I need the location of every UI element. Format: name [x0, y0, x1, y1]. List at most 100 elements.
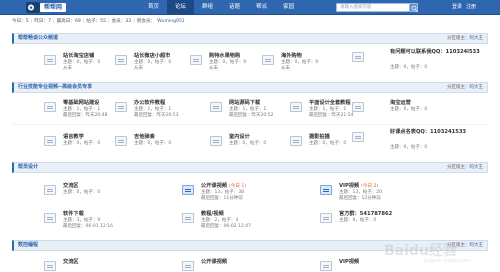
forum-item[interactable]: 公开课视频 (今日 1) 主题：13，帖子：38 最后回复：11分钟前 [182, 181, 292, 201]
nav-home[interactable]: 首页 [140, 0, 167, 15]
forum-name[interactable]: 吉他弹奏 [134, 133, 155, 140]
forum-item[interactable]: 海外购物 主题：0，帖子：0 从未 [262, 51, 342, 71]
forum-last-post: 最后回复：11分钟前 [201, 196, 243, 201]
forum-name[interactable]: 有问题可以联系我QQ：110324l533 [390, 49, 490, 56]
forum-last-post: 从未 [281, 66, 290, 71]
forum-stats: 主题：0，帖子：0 [339, 218, 377, 223]
forum-stats-bar: 今日：5 | 昨日：7 | 最高日：69 | 帖子：55 | 会员：33 | 新会员： W… [12, 18, 185, 25]
forum-icon [210, 136, 222, 146]
forum-icon [190, 55, 202, 65]
forum-item[interactable]: VIP视频 (今日 2) 主题：13，帖子：20 最后回复：12分钟前 [320, 181, 430, 201]
forum-name[interactable]: 零基础网站建设 [63, 99, 99, 106]
forum-last-post: 最后回复：昨天20:48 [63, 113, 108, 118]
forum-item[interactable]: 官方群：541787862 主题：0，帖子：0 [320, 209, 430, 229]
section-title[interactable]: 数控编程 [18, 241, 38, 250]
forum-icon [182, 261, 194, 271]
forum-item[interactable]: 购特水果物购 主题：0，帖子：0 从未 [190, 51, 270, 71]
stat-max-day: 最高日：69 [56, 19, 81, 24]
nav-topics[interactable]: 话题 [221, 0, 248, 15]
forum-item[interactable]: 交流区 主题：0，帖子：0 [44, 181, 124, 201]
forum-item[interactable]: 教程/视频 主题：2，帖子：4 最后回复：06-02 12:47 [182, 209, 292, 229]
forum-name[interactable]: 购特水果物购 [209, 52, 240, 59]
forum-icon [210, 102, 222, 112]
forum-item[interactable]: 网站源码下载 主题：1，帖子：1 最后回复：昨天20:52 [210, 98, 290, 118]
forum-last-post: 最后回复：06-02 12:47 [201, 224, 251, 229]
forum-icon [44, 136, 56, 146]
row-divider [12, 124, 488, 125]
forum-item[interactable]: 语言教学 主题：0，帖子：0 [44, 132, 124, 152]
forum-icon [44, 102, 56, 112]
forum-name[interactable]: 站长淘宝店铺 [63, 52, 94, 59]
newest-member-link[interactable]: Wuming951 [157, 19, 185, 24]
forum-item[interactable]: 室内设计 主题：0，帖子：0 [210, 132, 290, 152]
forum-name[interactable]: 淘宝运营 [390, 99, 411, 106]
forum-name[interactable]: VIP视频 [339, 258, 359, 265]
forum-stats: 主题：0，帖子：0 [63, 141, 101, 146]
forum-name[interactable]: 公开课视频 [201, 258, 227, 265]
forum-item[interactable]: 办公软件教程 主题：1，帖子：1 最后回复：昨天20:53 [115, 98, 195, 118]
forum-name[interactable]: 教程/视频 [201, 210, 224, 217]
site-logo[interactable]: 帮帮网 [26, 1, 66, 14]
main-nav: 首页 论坛 群组 话题 帮派 家园 [140, 0, 302, 15]
login-link[interactable]: 登录 [452, 0, 462, 15]
forum-icon [290, 136, 302, 146]
forum-last-post: 最后回复：昨天21:54 [309, 113, 354, 118]
forum-last-post: 从未 [209, 66, 218, 71]
forum-stats: 主题：0，帖子：0 [309, 141, 347, 146]
forum-icon [115, 136, 127, 146]
forum-icon [115, 102, 127, 112]
forum-icon [44, 261, 56, 271]
forum-name[interactable]: 海外购物 [281, 52, 302, 59]
section-header[interactable]: 行业技能专业视频--高级会员专享 分区版主：阿大王 [12, 82, 488, 93]
forum-item[interactable]: 零基础网站建设 主题：1，帖子：1 最后回复：昨天20:48 [44, 98, 124, 118]
logo-text: 帮帮网 [40, 3, 66, 12]
forum-stats: 主题：0，帖子：0 [390, 145, 428, 150]
forum-name[interactable]: 公开课视频 (今日 1) [201, 182, 246, 189]
forum-item[interactable]: 站长淘宝店铺 主题：0，帖子：0 从未 [44, 51, 124, 71]
forum-item[interactable]: 交流区 [44, 257, 124, 272]
forum-name[interactable]: 软件下载 [63, 210, 84, 217]
section-header[interactable]: 帮帮畅谈公众频道 分区版主：阿大王 [12, 33, 488, 44]
stat-newest-label: 新会员： [136, 19, 156, 24]
forum-icon [352, 52, 364, 62]
section-title[interactable]: 帮员设计 [18, 163, 38, 172]
forum-item[interactable]: 站长微店小超市 主题：0，帖子：0 从未 [115, 51, 195, 71]
search-icon [411, 5, 418, 12]
forum-name[interactable]: 好课点名表QQ：1103241533 [390, 129, 490, 136]
forum-name[interactable]: 平面设计全套教程 [309, 99, 351, 106]
forum-icon [352, 102, 364, 112]
forum-name[interactable]: 语言教学 [63, 133, 84, 140]
forum-item[interactable]: 吉他弹奏 主题：0，帖子：0 [115, 132, 195, 152]
forum-name[interactable]: 网站源码下载 [229, 99, 260, 106]
forum-name[interactable]: 交流区 [63, 258, 79, 265]
forum-item[interactable]: 好课点名表QQ：1103241533 主题：0，帖子：0 [352, 128, 490, 152]
nav-gangs[interactable]: 帮派 [248, 0, 275, 15]
search-input[interactable]: 请输入搜索内容 [336, 3, 410, 12]
forum-name[interactable]: VIP视频 (今日 2) [339, 182, 378, 189]
forum-stats: 主题：0，帖子：0 [390, 65, 428, 70]
forum-icon [115, 55, 127, 65]
forum-name[interactable]: 交流区 [63, 182, 79, 189]
search-button[interactable] [409, 3, 418, 12]
forum-name[interactable]: 室内设计 [229, 133, 250, 140]
user-links: 登录 注册 [452, 0, 476, 15]
forum-item[interactable]: 淘宝运营 主题：0，帖子：0 [352, 98, 482, 118]
forum-icon [352, 132, 364, 142]
section-title[interactable]: 行业技能专业视频--高级会员专享 [18, 83, 92, 92]
forum-item[interactable]: 公开课视频 [182, 257, 262, 272]
register-link[interactable]: 注册 [466, 0, 476, 15]
forum-name[interactable]: 办公软件教程 [134, 99, 165, 106]
section-header[interactable]: 帮员设计 分区版主：阿大王 [12, 162, 488, 173]
section-moderators: 分区版主：阿大王 [447, 85, 483, 90]
nav-groups[interactable]: 群组 [194, 0, 221, 15]
section-title[interactable]: 帮帮畅谈公众频道 [18, 34, 58, 43]
forum-item[interactable]: 软件下载 主题：3，帖子：9 最后回复：06-01 12:16 [44, 209, 134, 229]
forum-name[interactable]: 官方群：541787862 [339, 210, 392, 217]
forum-name[interactable]: 站长微店小超市 [134, 52, 170, 59]
forum-new-posts-icon [182, 185, 194, 195]
nav-home-space[interactable]: 家园 [275, 0, 302, 15]
forum-item[interactable]: 有问题可以联系我QQ：110324l533 主题：0，帖子：0 [352, 48, 490, 72]
nav-forum[interactable]: 论坛 [167, 0, 195, 15]
forum-name[interactable]: 摄影拍摄 [309, 133, 330, 140]
stat-yesterday: 昨日：7 [34, 19, 51, 24]
